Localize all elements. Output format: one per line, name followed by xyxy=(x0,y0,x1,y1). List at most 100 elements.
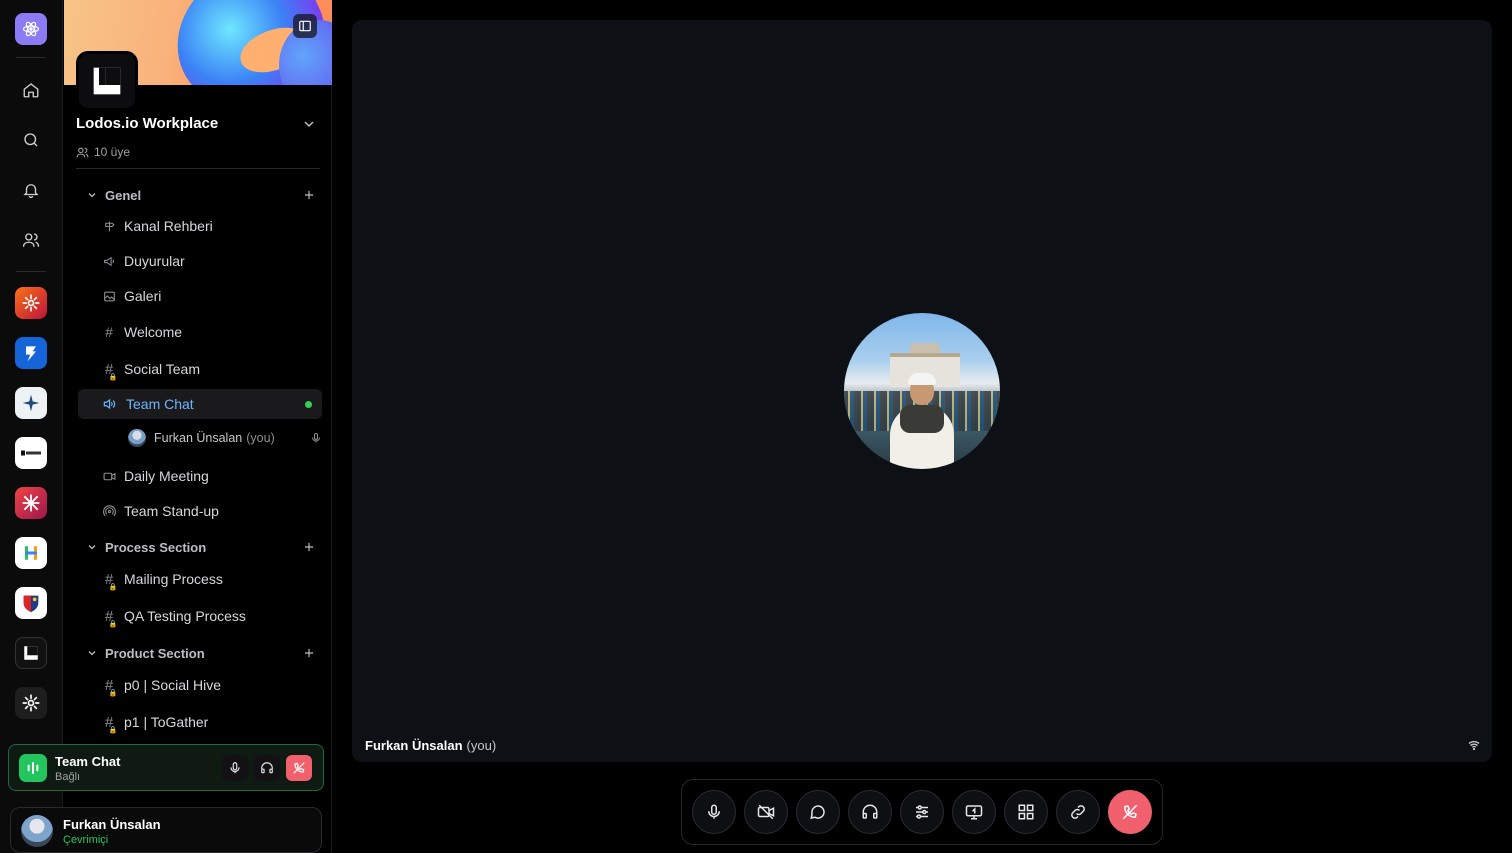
channel-label: Mailing Process xyxy=(124,571,223,587)
speaker-icon xyxy=(102,397,116,411)
server-h-white[interactable] xyxy=(15,537,47,569)
section-process[interactable]: Process Section xyxy=(86,537,316,557)
voice-member[interactable]: Furkan Ünsalan (you) xyxy=(128,428,322,448)
channel-label: QA Testing Process xyxy=(124,608,246,624)
headphones-icon xyxy=(862,804,878,819)
camera-button[interactable] xyxy=(744,790,788,834)
channel-social-team[interactable]: # 🔒 Social Team xyxy=(78,354,322,384)
deafen-button[interactable] xyxy=(254,755,280,781)
server-flower-dark[interactable] xyxy=(15,687,47,719)
channel-p1-togather[interactable]: # 🔒 p1 | ToGather xyxy=(78,707,322,737)
home-icon[interactable] xyxy=(15,74,47,106)
channel-mailing-process[interactable]: # 🔒 Mailing Process xyxy=(78,564,322,594)
channel-label: Daily Meeting xyxy=(124,468,209,484)
server-star-white[interactable] xyxy=(15,387,47,419)
call-controls xyxy=(681,779,1163,845)
screen-share-icon xyxy=(965,805,983,820)
channel-team-chat[interactable]: Team Chat xyxy=(78,389,322,419)
channel-team-stand-up[interactable]: Team Stand-up xyxy=(78,496,322,526)
channel-qa-testing-process[interactable]: # 🔒 QA Testing Process xyxy=(78,601,322,631)
image-icon xyxy=(102,289,116,303)
broadcast-icon xyxy=(102,504,116,518)
member-count[interactable]: 10 üye xyxy=(76,145,130,159)
section-title: Process Section xyxy=(105,539,207,555)
screen-share-button[interactable] xyxy=(952,790,996,834)
signal-icon xyxy=(1468,741,1480,751)
channel-label: p0 | Social Hive xyxy=(124,677,222,693)
channel-label: Kanal Rehberi xyxy=(124,218,213,234)
server-rail xyxy=(0,0,63,853)
participant-suffix: (you) xyxy=(466,738,497,753)
server-crossed-pink[interactable] xyxy=(15,487,47,519)
voice-channel-name[interactable]: Team Chat xyxy=(55,754,121,769)
users-icon[interactable] xyxy=(15,224,47,256)
section-genel[interactable]: Genel xyxy=(86,185,316,205)
hash-lock-icon: # 🔒 xyxy=(104,676,118,697)
user-status: Çevrimiçi xyxy=(63,834,109,846)
atom-app-icon[interactable] xyxy=(15,13,47,45)
chevron-down-icon[interactable] xyxy=(301,116,317,132)
end-call-icon xyxy=(293,762,305,774)
mic-button[interactable] xyxy=(692,790,736,834)
server-lodos[interactable] xyxy=(15,637,47,669)
server-badge[interactable] xyxy=(15,587,47,619)
section-title: Product Section xyxy=(105,645,205,661)
server-vazek[interactable] xyxy=(15,437,47,469)
deafen-button[interactable] xyxy=(848,790,892,834)
disconnect-button[interactable] xyxy=(286,755,312,781)
voice-connection-panel: Team Chat Bağlı xyxy=(8,744,324,791)
workspace-logo[interactable] xyxy=(76,51,138,111)
rail-divider xyxy=(16,271,46,272)
add-channel-icon[interactable] xyxy=(302,540,316,554)
server-arrow-blue[interactable] xyxy=(15,337,47,369)
channel-galeri[interactable]: Galeri xyxy=(78,281,322,311)
channel-sidebar: Lodos.io Workplace 10 üye Genel Kanal Re… xyxy=(64,0,332,853)
avatar xyxy=(128,429,146,447)
users-icon xyxy=(76,147,89,157)
channel-label: Team Stand-up xyxy=(124,503,219,519)
add-channel-icon[interactable] xyxy=(302,188,316,202)
channel-label: Duyurular xyxy=(124,253,185,269)
section-title: Genel xyxy=(105,187,142,203)
link-icon xyxy=(1071,805,1085,819)
settings-button[interactable] xyxy=(900,790,944,834)
divider xyxy=(76,168,320,169)
chat-button[interactable] xyxy=(796,790,840,834)
hash-lock-icon: # 🔒 xyxy=(104,570,118,591)
end-call-button[interactable] xyxy=(1108,790,1152,834)
search-icon[interactable] xyxy=(15,124,47,156)
user-panel[interactable]: Furkan Ünsalan Çevrimiçi xyxy=(10,807,322,853)
rail-divider xyxy=(16,57,46,58)
voice-member-name: Furkan Ünsalan xyxy=(154,431,243,445)
headphones-icon xyxy=(261,762,273,774)
add-channel-icon[interactable] xyxy=(302,646,316,660)
chevron-down-icon xyxy=(88,193,96,198)
mic-icon xyxy=(312,433,320,443)
workspace-name[interactable]: Lodos.io Workplace xyxy=(76,115,218,132)
hash-lock-icon: # 🔒 xyxy=(104,607,118,628)
channel-welcome[interactable]: # Welcome xyxy=(78,317,322,347)
user-name: Furkan Ünsalan xyxy=(63,817,161,832)
call-stage: Furkan Ünsalan (you) xyxy=(352,20,1492,762)
server-flower-orange[interactable] xyxy=(15,287,47,319)
channel-label: Team Chat xyxy=(126,396,194,412)
live-indicator xyxy=(305,400,312,408)
layout-button[interactable] xyxy=(1004,790,1048,834)
channel-kanal-rehberi[interactable]: Kanal Rehberi xyxy=(78,211,322,241)
chat-icon xyxy=(810,805,825,819)
channel-p0-social-hive[interactable]: # 🔒 p0 | Social Hive xyxy=(78,670,322,700)
sidebar-toggle-icon[interactable] xyxy=(293,14,317,38)
hash-lock-icon: # 🔒 xyxy=(104,360,118,381)
participant-avatar[interactable] xyxy=(844,313,1000,469)
bell-icon[interactable] xyxy=(15,174,47,206)
channel-daily-meeting[interactable]: Daily Meeting xyxy=(78,461,322,491)
copy-link-button[interactable] xyxy=(1056,790,1100,834)
hash-icon: # xyxy=(105,324,113,340)
section-product[interactable]: Product Section xyxy=(86,643,316,663)
layout-grid-icon xyxy=(1018,804,1034,820)
channel-duyurular[interactable]: Duyurular xyxy=(78,246,322,276)
participant-name: Furkan Ünsalan (you) xyxy=(365,738,496,753)
mute-button[interactable] xyxy=(222,755,248,781)
camera-off-icon xyxy=(757,804,775,820)
video-icon xyxy=(102,469,116,483)
